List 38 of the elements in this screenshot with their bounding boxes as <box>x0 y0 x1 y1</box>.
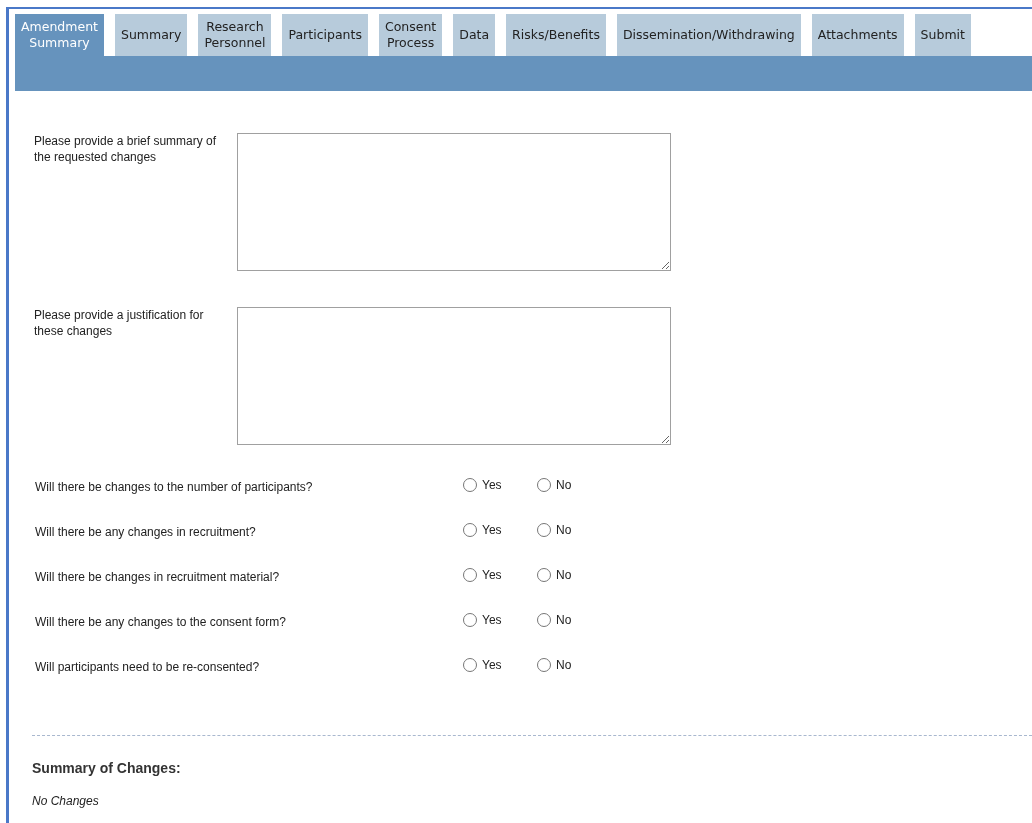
tab[interactable]: Consent Process <box>378 14 443 56</box>
radio-button[interactable] <box>463 477 477 492</box>
tab[interactable]: Participants <box>282 14 368 56</box>
radio-label: No <box>556 611 572 629</box>
radio-label: No <box>556 476 572 494</box>
radio-label: No <box>556 521 572 539</box>
tab[interactable]: Submit <box>914 14 971 56</box>
tab[interactable]: Summary <box>114 14 188 56</box>
tab[interactable]: Attachments <box>811 14 904 56</box>
radio-button[interactable] <box>537 567 551 582</box>
radio-label: No <box>556 566 572 584</box>
radio-button[interactable] <box>463 612 477 627</box>
radio-label: Yes <box>482 656 502 674</box>
radio-label: No <box>556 656 572 674</box>
tab[interactable]: Risks/Benefits <box>506 14 606 56</box>
tab[interactable]: Data <box>453 14 496 56</box>
field-label: Please provide a justification for these changes <box>34 307 205 340</box>
radio-label: Yes <box>482 521 502 539</box>
radio-button[interactable] <box>537 612 551 627</box>
question-text: Will participants need to be re-consented? <box>35 658 261 676</box>
tab[interactable]: Dissemination/Withdrawing <box>616 14 801 56</box>
question-text: Will there be changes in recruitment material? <box>35 568 281 586</box>
radio-button[interactable] <box>463 567 477 582</box>
radio-button[interactable] <box>537 522 551 537</box>
radio-label: Yes <box>482 566 502 584</box>
radio-button[interactable] <box>537 657 551 672</box>
field-label: Please provide a brief summary of the requested changes <box>34 133 218 166</box>
section-heading: Summary of Changes: <box>32 759 182 778</box>
tab[interactable]: Research Personnel <box>198 14 272 56</box>
radio-button[interactable] <box>463 657 477 672</box>
summary-text: No Changes <box>32 793 100 809</box>
radio-label: Yes <box>482 611 502 629</box>
radio-button[interactable] <box>537 477 551 492</box>
question-text: Will there be any changes in recruitment? <box>35 523 257 541</box>
radio-button[interactable] <box>463 522 477 537</box>
question-text: Will there be changes to the number of participants? <box>35 478 314 496</box>
radio-label: Yes <box>482 476 502 494</box>
question-text: Will there be any changes to the consent form? <box>35 613 287 631</box>
